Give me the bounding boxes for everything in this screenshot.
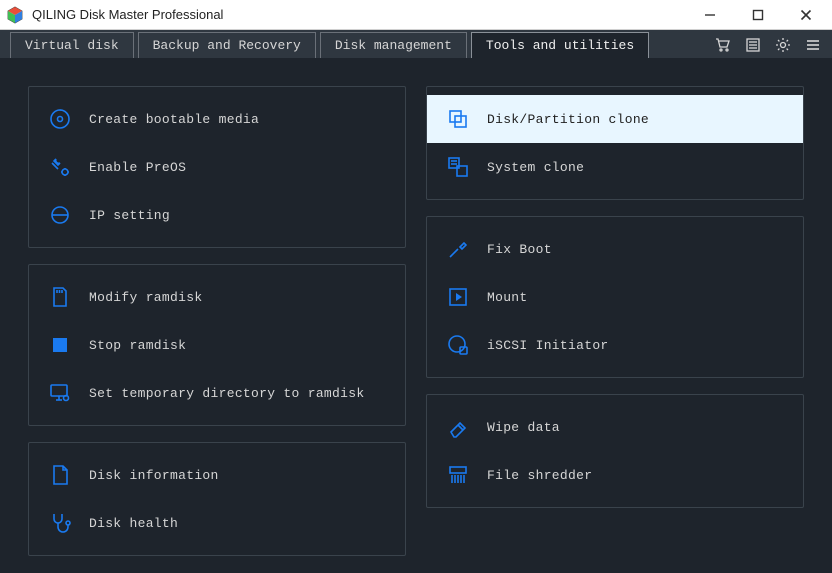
item-system-clone[interactable]: System clone bbox=[427, 143, 803, 191]
item-fix-boot[interactable]: Fix Boot bbox=[427, 225, 803, 273]
panel-ramdisk-tools: Modify ramdisk Stop ramdisk Set temporar… bbox=[28, 264, 406, 426]
screwdriver-icon bbox=[445, 236, 471, 262]
tab-disk-management[interactable]: Disk management bbox=[320, 32, 467, 58]
item-stop-ramdisk[interactable]: Stop ramdisk bbox=[29, 321, 405, 369]
item-label: Disk information bbox=[89, 468, 219, 483]
tab-label: Tools and utilities bbox=[486, 38, 634, 53]
item-label: Mount bbox=[487, 290, 528, 305]
minimize-button[interactable] bbox=[690, 0, 730, 30]
item-label: File shredder bbox=[487, 468, 592, 483]
item-iscsi-initiator[interactable]: iSCSI Initiator bbox=[427, 321, 803, 369]
item-label: Enable PreOS bbox=[89, 160, 186, 175]
panel-disk-info: Disk information Disk health bbox=[28, 442, 406, 556]
item-disk-partition-clone[interactable]: Disk/Partition clone bbox=[427, 95, 803, 143]
disc-icon bbox=[47, 106, 73, 132]
item-label: Modify ramdisk bbox=[89, 290, 202, 305]
tab-backup-recovery[interactable]: Backup and Recovery bbox=[138, 32, 316, 58]
shredder-icon bbox=[445, 462, 471, 488]
disk-badge-icon bbox=[445, 332, 471, 358]
item-disk-information[interactable]: Disk information bbox=[29, 451, 405, 499]
item-label: Disk/Partition clone bbox=[487, 112, 649, 127]
item-ip-setting[interactable]: IP setting bbox=[29, 191, 405, 239]
item-mount[interactable]: Mount bbox=[427, 273, 803, 321]
stop-icon bbox=[47, 332, 73, 358]
item-disk-health[interactable]: Disk health bbox=[29, 499, 405, 547]
item-label: Create bootable media bbox=[89, 112, 259, 127]
panel-clone-tools: Disk/Partition clone System clone bbox=[426, 86, 804, 200]
tab-label: Backup and Recovery bbox=[153, 38, 301, 53]
play-box-icon bbox=[445, 284, 471, 310]
close-button[interactable] bbox=[786, 0, 826, 30]
item-label: Disk health bbox=[89, 516, 178, 531]
item-set-temp-dir-ramdisk[interactable]: Set temporary directory to ramdisk bbox=[29, 369, 405, 417]
tab-label: Disk management bbox=[335, 38, 452, 53]
item-label: Wipe data bbox=[487, 420, 560, 435]
item-file-shredder[interactable]: File shredder bbox=[427, 451, 803, 499]
item-label: Stop ramdisk bbox=[89, 338, 186, 353]
item-enable-preos[interactable]: Enable PreOS bbox=[29, 143, 405, 191]
tab-virtual-disk[interactable]: Virtual disk bbox=[10, 32, 134, 58]
tab-tools-utilities[interactable]: Tools and utilities bbox=[471, 32, 649, 58]
gear-icon[interactable] bbox=[770, 32, 796, 58]
item-modify-ramdisk[interactable]: Modify ramdisk bbox=[29, 273, 405, 321]
monitor-gear-icon bbox=[47, 380, 73, 406]
stethoscope-icon bbox=[47, 510, 73, 536]
panel-wipe-tools: Wipe data File shredder bbox=[426, 394, 804, 508]
left-column: Create bootable media Enable PreOS IP se… bbox=[28, 86, 406, 556]
window-title: QILING Disk Master Professional bbox=[32, 7, 223, 22]
sdcard-icon bbox=[47, 284, 73, 310]
titlebar: QILING Disk Master Professional bbox=[0, 0, 832, 30]
tab-label: Virtual disk bbox=[25, 38, 119, 53]
panel-boot-mount-tools: Fix Boot Mount iSCSI Initiator bbox=[426, 216, 804, 378]
wrench-gear-icon bbox=[47, 154, 73, 180]
network-icon bbox=[47, 202, 73, 228]
maximize-button[interactable] bbox=[738, 0, 778, 30]
document-icon bbox=[47, 462, 73, 488]
clone-icon bbox=[445, 106, 471, 132]
item-label: iSCSI Initiator bbox=[487, 338, 609, 353]
item-label: Set temporary directory to ramdisk bbox=[89, 386, 364, 401]
app-logo-icon bbox=[6, 6, 24, 24]
content-area: Create bootable media Enable PreOS IP se… bbox=[0, 58, 832, 573]
panel-boot-tools: Create bootable media Enable PreOS IP se… bbox=[28, 86, 406, 248]
item-label: Fix Boot bbox=[487, 242, 552, 257]
list-icon[interactable] bbox=[740, 32, 766, 58]
cart-icon[interactable] bbox=[710, 32, 736, 58]
menu-icon[interactable] bbox=[800, 32, 826, 58]
right-column: Disk/Partition clone System clone Fix Bo… bbox=[426, 86, 804, 556]
item-wipe-data[interactable]: Wipe data bbox=[427, 403, 803, 451]
item-label: IP setting bbox=[89, 208, 170, 223]
system-clone-icon bbox=[445, 154, 471, 180]
item-label: System clone bbox=[487, 160, 584, 175]
eraser-icon bbox=[445, 414, 471, 440]
tabbar: Virtual disk Backup and Recovery Disk ma… bbox=[0, 30, 832, 58]
item-create-bootable-media[interactable]: Create bootable media bbox=[29, 95, 405, 143]
